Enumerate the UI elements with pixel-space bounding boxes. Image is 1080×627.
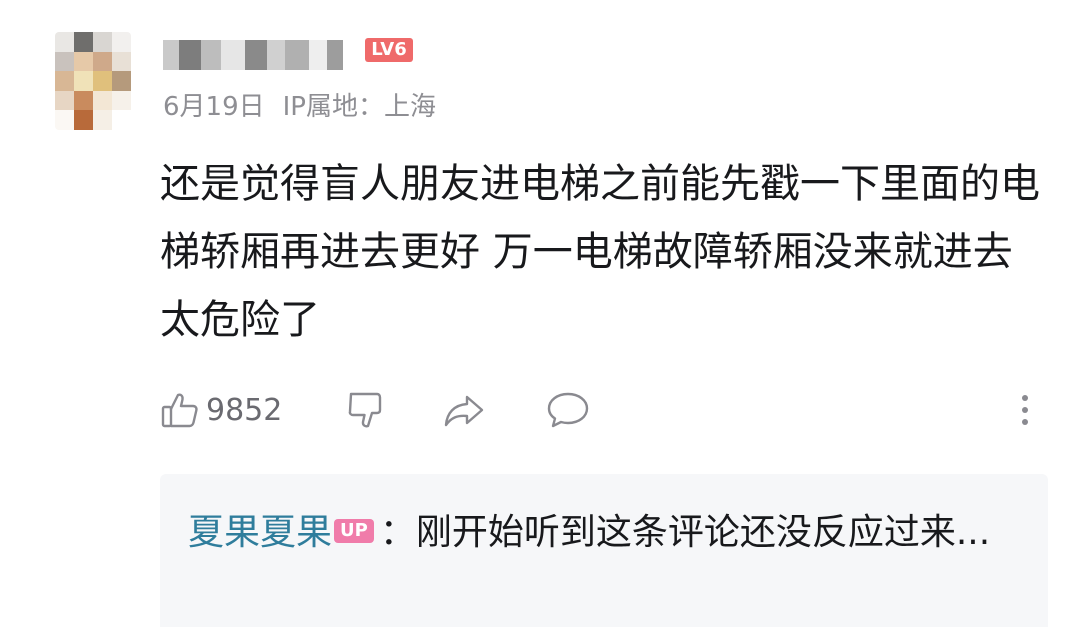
up-badge: UP [334,519,374,543]
share-icon [442,388,486,432]
reply-content: 夏果夏果 UP ：刚开始听到这条评论还没反应过来... [188,504,1018,562]
thumbs-up-icon [160,390,200,430]
like-button[interactable]: 9852 [160,385,282,435]
dislike-button[interactable] [344,385,388,435]
avatar[interactable] [55,32,131,130]
comment-meta: 6月19日 IP属地：上海 [163,86,436,123]
more-options-button[interactable] [1010,385,1040,435]
ip-location: IP属地：上海 [282,92,436,122]
reply-preview-box[interactable]: 夏果夏果 UP ：刚开始听到这条评论还没反应过来... [160,474,1048,627]
more-vertical-icon [1010,388,1040,432]
reply-username[interactable]: 夏果夏果 [188,512,332,553]
reply-bubble-icon [545,388,591,432]
level-badge: LV6 [365,38,413,62]
comment-date: 6月19日 [163,92,265,122]
reply-text: ：刚开始听到这条评论还没反应过来... [379,512,991,553]
thumbs-down-icon [344,388,388,432]
comment-text: 还是觉得盲人朋友进电梯之前能先戳一下里面的电梯轿厢再进去更好 万一电梯故障轿厢没… [160,161,1040,343]
share-button[interactable] [442,385,486,435]
comment-page: LV6 6月19日 IP属地：上海 还是觉得盲人朋友进电梯之前能先戳一下里面的电… [0,0,1080,627]
reply-button[interactable] [545,385,591,435]
username-obscured[interactable] [163,40,353,70]
like-count: 9852 [206,392,283,428]
comment-actions: 9852 [160,385,1040,435]
